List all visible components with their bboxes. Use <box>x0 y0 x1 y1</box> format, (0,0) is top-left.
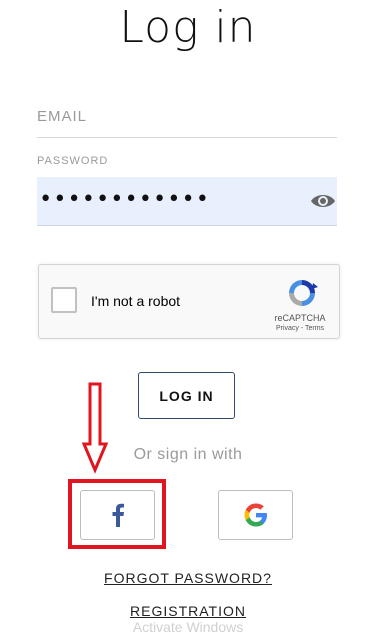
email-label[interactable]: EMAIL <box>37 108 87 125</box>
faded-overlay-text: Activate Windows <box>132 619 244 635</box>
page-title: Log in <box>119 2 257 53</box>
password-value: •••••••••••• <box>39 187 210 212</box>
eye-icon[interactable] <box>309 191 337 211</box>
google-login-button[interactable] <box>218 490 293 540</box>
password-field[interactable]: •••••••••••• <box>37 177 337 226</box>
forgot-password-link[interactable]: FORGOT PASSWORD? <box>0 570 376 586</box>
recaptcha-checkbox[interactable] <box>51 287 77 313</box>
google-icon <box>244 503 267 527</box>
recaptcha-logo-icon <box>289 280 318 306</box>
recaptcha-links[interactable]: Privacy - Terms <box>265 325 335 332</box>
recaptcha-widget: I'm not a robot reCAPTCHA Privacy - Term… <box>38 264 340 339</box>
recaptcha-brand: reCAPTCHA <box>274 313 326 323</box>
login-button[interactable]: LOG IN <box>138 372 235 419</box>
registration-link[interactable]: REGISTRATION <box>0 603 376 619</box>
or-sign-in-text: Or sign in with <box>133 446 243 463</box>
email-field[interactable] <box>37 137 337 138</box>
facebook-login-button[interactable] <box>80 490 155 540</box>
recaptcha-label: I'm not a robot <box>91 293 181 309</box>
facebook-icon <box>112 503 124 527</box>
password-label: PASSWORD <box>37 155 109 167</box>
